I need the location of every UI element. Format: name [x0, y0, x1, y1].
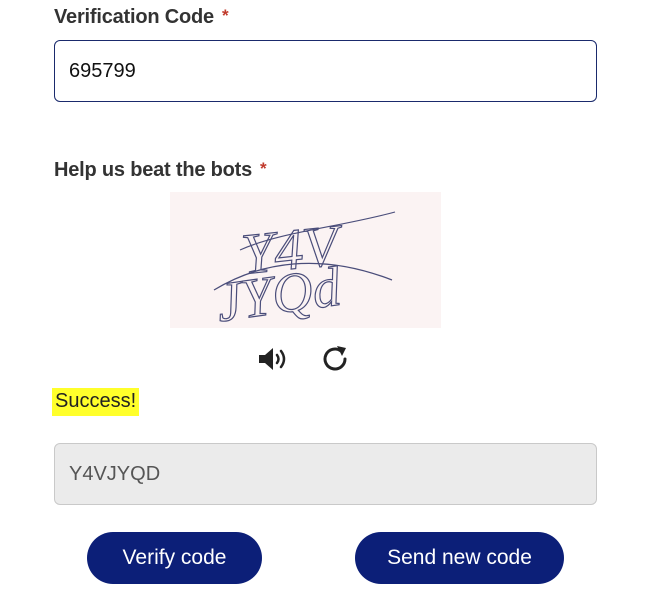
refresh-icon[interactable]: [318, 341, 354, 377]
captcha-answer-field[interactable]: [54, 443, 597, 505]
captcha-label-text: Help us beat the bots: [54, 159, 253, 181]
required-asterisk: *: [260, 159, 267, 178]
verification-code-input[interactable]: [54, 40, 597, 102]
verification-code-label-text: Verification Code: [54, 6, 214, 28]
captcha-success-message: Success!: [52, 388, 140, 416]
captcha-label: Help us beat the bots *: [54, 159, 267, 182]
verification-form: Verification Code * Help us beat the bots…: [0, 0, 657, 616]
send-new-code-button[interactable]: Send new code: [355, 532, 564, 584]
speaker-icon[interactable]: [256, 341, 292, 377]
captcha-image: Y4V JYQd: [170, 192, 441, 328]
verify-code-button[interactable]: Verify code: [87, 532, 262, 584]
required-asterisk: *: [221, 6, 229, 25]
verification-code-label: Verification Code *: [54, 6, 229, 29]
